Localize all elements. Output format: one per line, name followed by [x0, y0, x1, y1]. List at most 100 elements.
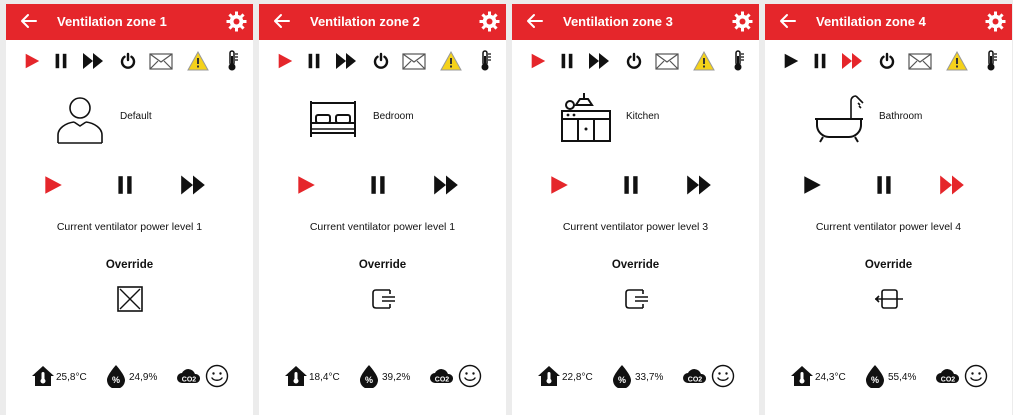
back-arrow-icon[interactable]: [525, 11, 545, 31]
override-input-icon[interactable]: [368, 284, 398, 314]
warning-icon[interactable]: [692, 49, 716, 73]
warning-icon[interactable]: [186, 49, 210, 73]
gear-icon[interactable]: [985, 11, 1006, 32]
kitchen-icon: [558, 91, 614, 147]
gear-icon[interactable]: [226, 11, 247, 32]
warning-icon[interactable]: [945, 49, 969, 73]
override-label: Override: [864, 259, 913, 271]
back-arrow-icon[interactable]: [778, 11, 798, 31]
power-level-text: Current ventilator power level 1: [56, 221, 203, 233]
panel-title: Ventilation zone 1: [57, 14, 167, 29]
power-level-text: Current ventilator power level 3: [562, 221, 709, 233]
panel-header: Ventilation zone 4: [765, 4, 1012, 40]
thermostat-icon[interactable]: [473, 49, 497, 73]
svg-text:CO2: CO2: [182, 377, 197, 384]
humidity-value: 33,7%: [635, 372, 664, 383]
panel-title: Ventilation zone 4: [816, 14, 926, 29]
humidity-value: 55,4%: [888, 372, 917, 383]
svg-text:%: %: [112, 375, 120, 385]
warning-icon[interactable]: [439, 49, 463, 73]
play-icon[interactable]: [526, 49, 550, 73]
temperature-value: 18,4°C: [309, 372, 340, 383]
pause-icon[interactable]: [555, 49, 579, 73]
smiley-face-icon: [458, 364, 482, 388]
power-icon[interactable]: [875, 49, 899, 73]
room-label: Default: [120, 111, 152, 122]
panel-title: Ventilation zone 3: [563, 14, 673, 29]
room-label: Bedroom: [373, 111, 414, 122]
bathtub-icon: [811, 91, 867, 147]
humidity-drop-icon: %: [610, 364, 634, 388]
bed-icon: [305, 91, 361, 147]
mode-pause-button[interactable]: [364, 172, 392, 198]
smiley-face-icon: [711, 364, 735, 388]
svg-text:CO2: CO2: [688, 377, 703, 384]
mode-play-button[interactable]: [292, 172, 320, 198]
fast-forward-icon[interactable]: [334, 49, 358, 73]
panel-title: Ventilation zone 2: [310, 14, 420, 29]
play-icon[interactable]: [273, 49, 297, 73]
mode-fast-forward-button[interactable]: [938, 172, 966, 198]
power-icon[interactable]: [116, 49, 140, 73]
humidity-drop-icon: %: [104, 364, 128, 388]
temperature-value: 22,8°C: [562, 372, 593, 383]
gear-icon[interactable]: [732, 11, 753, 32]
humidity-value: 24,9%: [129, 372, 158, 383]
pause-icon[interactable]: [49, 49, 73, 73]
mode-fast-forward-button[interactable]: [179, 172, 207, 198]
back-arrow-icon[interactable]: [272, 11, 292, 31]
mode-play-button[interactable]: [545, 172, 573, 198]
humidity-drop-icon: %: [863, 364, 887, 388]
toolbar: [6, 49, 253, 73]
override-label: Override: [611, 259, 660, 271]
back-arrow-icon[interactable]: [19, 11, 39, 31]
mail-icon[interactable]: [402, 49, 426, 73]
play-icon[interactable]: [779, 49, 803, 73]
fast-forward-icon[interactable]: [81, 49, 105, 73]
override-input-icon[interactable]: [621, 284, 651, 314]
svg-text:%: %: [365, 375, 373, 385]
thermostat-icon[interactable]: [979, 49, 1003, 73]
co2-cloud-icon: CO2: [176, 366, 201, 390]
smiley-face-icon: [205, 364, 229, 388]
mode-fast-forward-button[interactable]: [432, 172, 460, 198]
mode-play-button[interactable]: [798, 172, 826, 198]
mode-pause-button[interactable]: [870, 172, 898, 198]
sensor-bar: 24,3°C % 55,4% CO2: [765, 360, 1012, 390]
zone-panel: Ventilation zone 2 Bedroom Current venti…: [259, 4, 506, 415]
house-temperature-icon: [537, 364, 561, 388]
override-disabled-icon[interactable]: [115, 284, 145, 314]
override-bidirectional-icon[interactable]: [874, 284, 904, 314]
power-icon[interactable]: [622, 49, 646, 73]
thermostat-icon[interactable]: [220, 49, 244, 73]
zone-panel: Ventilation zone 4 Bathroom Current vent…: [765, 4, 1012, 415]
smiley-face-icon: [964, 364, 988, 388]
mail-icon[interactable]: [908, 49, 932, 73]
thermostat-icon[interactable]: [726, 49, 750, 73]
pause-icon[interactable]: [302, 49, 326, 73]
svg-text:CO2: CO2: [435, 377, 450, 384]
power-level-text: Current ventilator power level 1: [309, 221, 456, 233]
panel-header: Ventilation zone 2: [259, 4, 506, 40]
override-label: Override: [358, 259, 407, 271]
mode-fast-forward-button[interactable]: [685, 172, 713, 198]
mail-icon[interactable]: [149, 49, 173, 73]
toolbar: [765, 49, 1012, 73]
temperature-value: 24,3°C: [815, 372, 846, 383]
mode-pause-button[interactable]: [111, 172, 139, 198]
gear-icon[interactable]: [479, 11, 500, 32]
co2-cloud-icon: CO2: [682, 366, 707, 390]
play-icon[interactable]: [20, 49, 44, 73]
pause-icon[interactable]: [808, 49, 832, 73]
mode-play-button[interactable]: [39, 172, 67, 198]
sensor-bar: 25,8°C % 24,9% CO2: [6, 360, 253, 390]
fast-forward-icon[interactable]: [587, 49, 611, 73]
co2-cloud-icon: CO2: [429, 366, 454, 390]
power-icon[interactable]: [369, 49, 393, 73]
mode-pause-button[interactable]: [617, 172, 645, 198]
fast-forward-icon[interactable]: [840, 49, 864, 73]
humidity-drop-icon: %: [357, 364, 381, 388]
mail-icon[interactable]: [655, 49, 679, 73]
temperature-value: 25,8°C: [56, 372, 87, 383]
toolbar: [512, 49, 759, 73]
